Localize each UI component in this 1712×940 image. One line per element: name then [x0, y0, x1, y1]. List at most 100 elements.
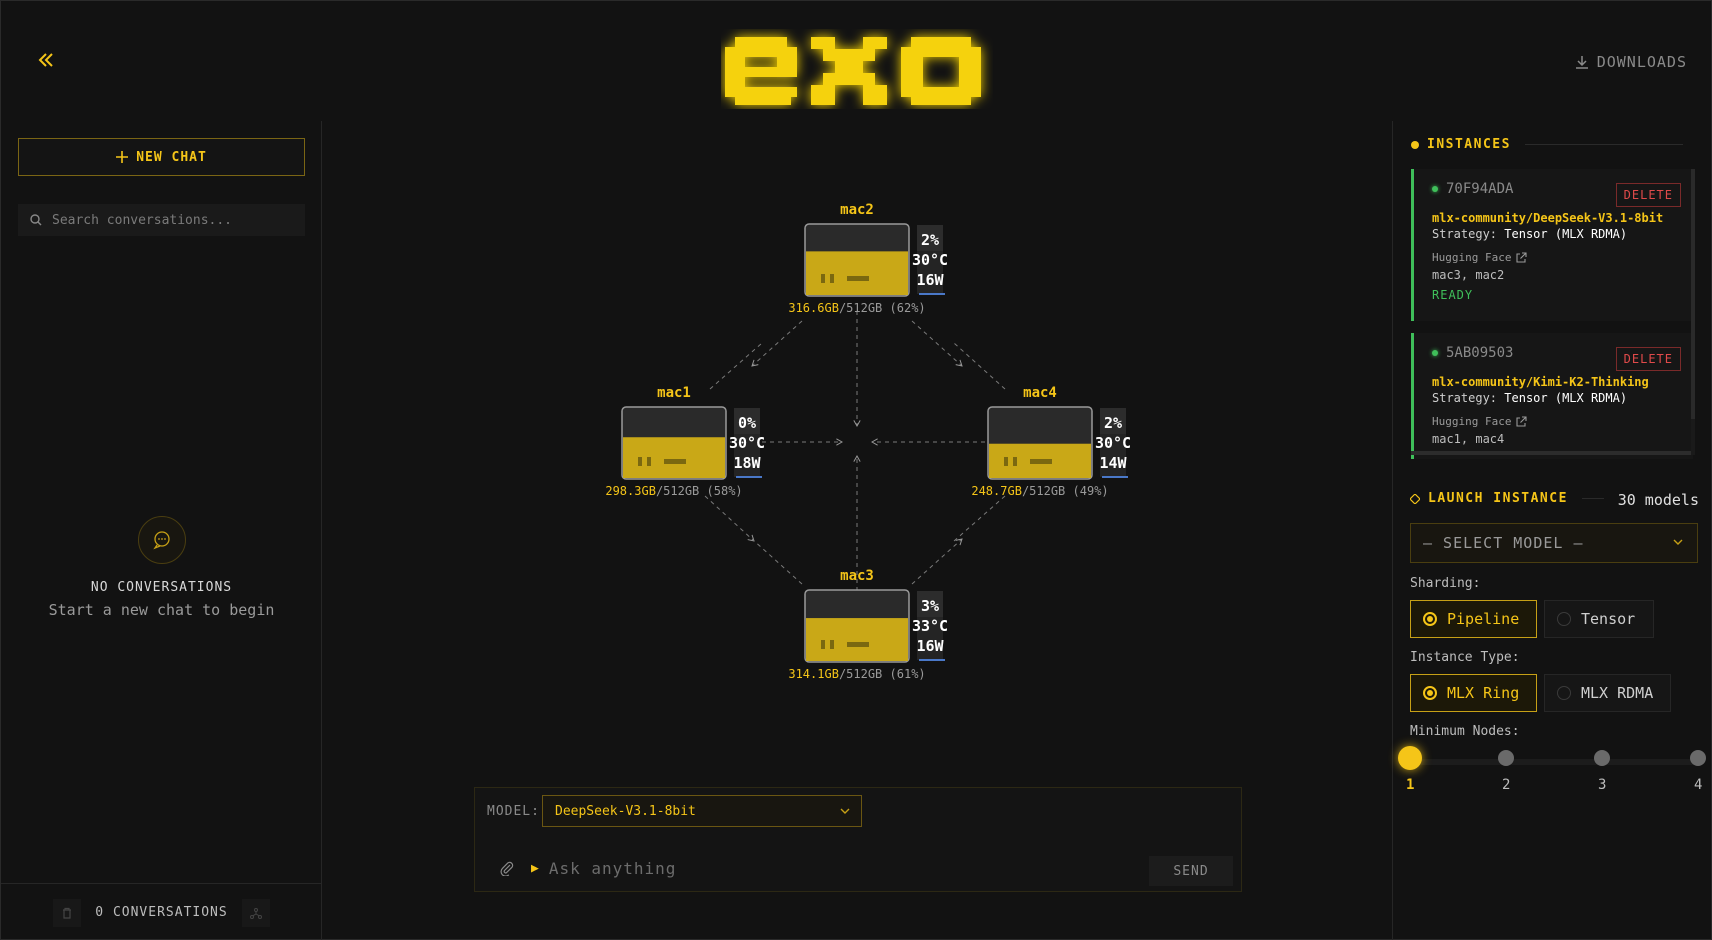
node-mac3[interactable]: mac3 3% 33°C 16W 314.1GB/512GB (61%)	[788, 568, 948, 681]
top-bar: DOWNLOADS	[1, 1, 1712, 121]
instance-card: 70F94ADA DELETE mlx-community/DeepSeek-V…	[1411, 169, 1693, 321]
instances-list: 70F94ADA DELETE mlx-community/DeepSeek-V…	[1411, 169, 1693, 459]
instance-strategy: Strategy: Tensor (MLX RDMA)	[1432, 391, 1693, 405]
plus-icon	[116, 151, 129, 163]
network-icon[interactable]	[241, 898, 270, 927]
select-model-placeholder: — SELECT MODEL —	[1423, 534, 1584, 552]
node-memory: 316.6GB/512GB (62%)	[788, 301, 925, 315]
divider	[1581, 498, 1604, 499]
node-slot	[1030, 459, 1052, 464]
slider-knob-2[interactable]	[1498, 750, 1514, 766]
slider-tick-label: 3	[1598, 777, 1607, 793]
hugging-face-link[interactable]: Hugging Face	[1432, 251, 1693, 264]
slider-knob-3[interactable]	[1594, 750, 1610, 766]
diamond-icon	[1410, 493, 1420, 504]
slider-track[interactable]	[1410, 759, 1698, 765]
hugging-face-label: Hugging Face	[1432, 251, 1512, 264]
node-temp: 33°C	[912, 617, 948, 635]
search-icon	[30, 214, 42, 226]
collapse-sidebar-button[interactable]	[31, 45, 61, 75]
node-name: mac4	[1023, 385, 1057, 401]
trash-icon[interactable]	[53, 898, 82, 927]
chat-input[interactable]	[548, 858, 1109, 878]
delete-instance-button[interactable]: DELETE	[1615, 183, 1681, 207]
node-temp: 30°C	[1095, 434, 1131, 452]
memory-total: /512GB	[839, 667, 890, 681]
node-led	[830, 640, 834, 649]
scrollbar-thumb[interactable]	[1691, 169, 1695, 419]
slider-tick-label: 1	[1406, 777, 1415, 793]
empty-state: NO CONVERSATIONS Start a new chat to beg…	[1, 516, 322, 619]
instance-model: mlx-community/Kimi-K2-Thinking	[1432, 375, 1649, 389]
node-memory-fill	[806, 251, 908, 295]
slider-knob-4[interactable]	[1690, 750, 1706, 766]
send-button[interactable]: SEND	[1149, 856, 1233, 886]
model-select-value: DeepSeek-V3.1-8bit	[555, 803, 696, 819]
chat-input-row: ▶ SEND	[475, 844, 1241, 892]
memory-percent: (61%)	[890, 667, 926, 681]
node-slot	[664, 459, 686, 464]
instances-scrollbar[interactable]	[1691, 169, 1695, 455]
node-power: 18W	[733, 454, 761, 472]
node-gpu: 2%	[921, 231, 939, 249]
left-sidebar: NEW CHAT NO CONVERSATIONS Start a new ch…	[1, 121, 322, 940]
node-led	[821, 274, 825, 283]
slider-tick-label: 2	[1502, 777, 1511, 793]
memory-percent: (49%)	[1073, 484, 1109, 498]
model-select[interactable]: DeepSeek-V3.1-8bit	[542, 795, 862, 827]
slider-knob-1[interactable]	[1398, 746, 1422, 770]
node-power: 16W	[916, 271, 944, 289]
online-dot-icon	[1432, 350, 1438, 356]
memory-used: 298.3GB	[605, 484, 656, 498]
strategy-label: Strategy:	[1432, 227, 1498, 241]
hugging-face-link[interactable]: Hugging Face	[1432, 415, 1693, 428]
node-memory: 248.7GB/512GB (49%)	[971, 484, 1108, 498]
node-slot	[847, 642, 869, 647]
divider	[1524, 144, 1683, 145]
exo-logo	[725, 37, 981, 105]
launch-title: LAUNCH INSTANCE	[1428, 491, 1568, 506]
min-nodes-slider[interactable]: 1 2 3 4	[1398, 741, 1706, 793]
instance-card: 5AB09503 DELETE mlx-community/Kimi-K2-Th…	[1411, 333, 1693, 459]
select-model-dropdown[interactable]: — SELECT MODEL —	[1410, 523, 1698, 563]
sidebar-footer: 0 CONVERSATIONS	[1, 883, 322, 940]
horizontal-scrollbar[interactable]	[1411, 451, 1691, 455]
chat-bubble-icon	[137, 516, 186, 564]
node-mac4[interactable]: mac4 2% 30°C 14W 248.7GB/512GB (49%)	[971, 385, 1131, 498]
node-mac1[interactable]: mac1 0% 30°C 18W 298.3GB/512GB (58%)	[605, 385, 765, 498]
prompt-caret-icon: ▶	[531, 860, 539, 876]
instances-title: INSTANCES	[1427, 137, 1511, 152]
topology-diagram: mac2 2% 30°C 16W 316.6GB/512GB (62%) mac1 0% 30…	[605, 202, 1131, 681]
node-temp: 30°C	[729, 434, 765, 452]
download-icon	[1575, 56, 1588, 69]
instance-strategy: Strategy: Tensor (MLX RDMA)	[1432, 227, 1693, 241]
node-gpu: 2%	[1104, 414, 1122, 432]
node-power: 16W	[916, 637, 944, 655]
downloads-button[interactable]: DOWNLOADS	[1575, 53, 1687, 71]
new-chat-button[interactable]: NEW CHAT	[18, 138, 305, 176]
instance-model: mlx-community/DeepSeek-V3.1-8bit	[1432, 211, 1664, 225]
node-led	[830, 274, 834, 283]
instances-header: INSTANCES	[1411, 137, 1683, 152]
new-chat-label: NEW CHAT	[136, 149, 207, 165]
memory-total: /512GB	[1022, 484, 1073, 498]
slider-tick-label: 4	[1694, 777, 1703, 793]
node-memory-fill	[806, 618, 908, 661]
node-mac2[interactable]: mac2 2% 30°C 16W 316.6GB/512GB (62%)	[788, 202, 948, 315]
hugging-face-label: Hugging Face	[1432, 415, 1512, 428]
empty-subtitle: Start a new chat to begin	[48, 601, 275, 619]
status-dot-icon	[1411, 140, 1419, 149]
chat-composer: MODEL: DeepSeek-V3.1-8bit ▶ SEND	[474, 787, 1242, 892]
memory-percent: (62%)	[890, 301, 926, 315]
app-window: DOWNLOADS NEW CHAT NO CONVERSATIONS Star…	[0, 0, 1712, 940]
search-input[interactable]	[52, 212, 292, 228]
memory-percent: (58%)	[707, 484, 743, 498]
delete-instance-button[interactable]: DELETE	[1615, 347, 1681, 371]
double-chevron-left-icon	[38, 53, 53, 67]
memory-total: /512GB	[839, 301, 890, 315]
paperclip-icon[interactable]	[497, 860, 517, 876]
strategy-label: Strategy:	[1432, 391, 1498, 405]
memory-total: /512GB	[656, 484, 707, 498]
node-memory: 314.1GB/512GB (61%)	[788, 667, 925, 681]
conversation-count: 0 CONVERSATIONS	[95, 905, 228, 920]
